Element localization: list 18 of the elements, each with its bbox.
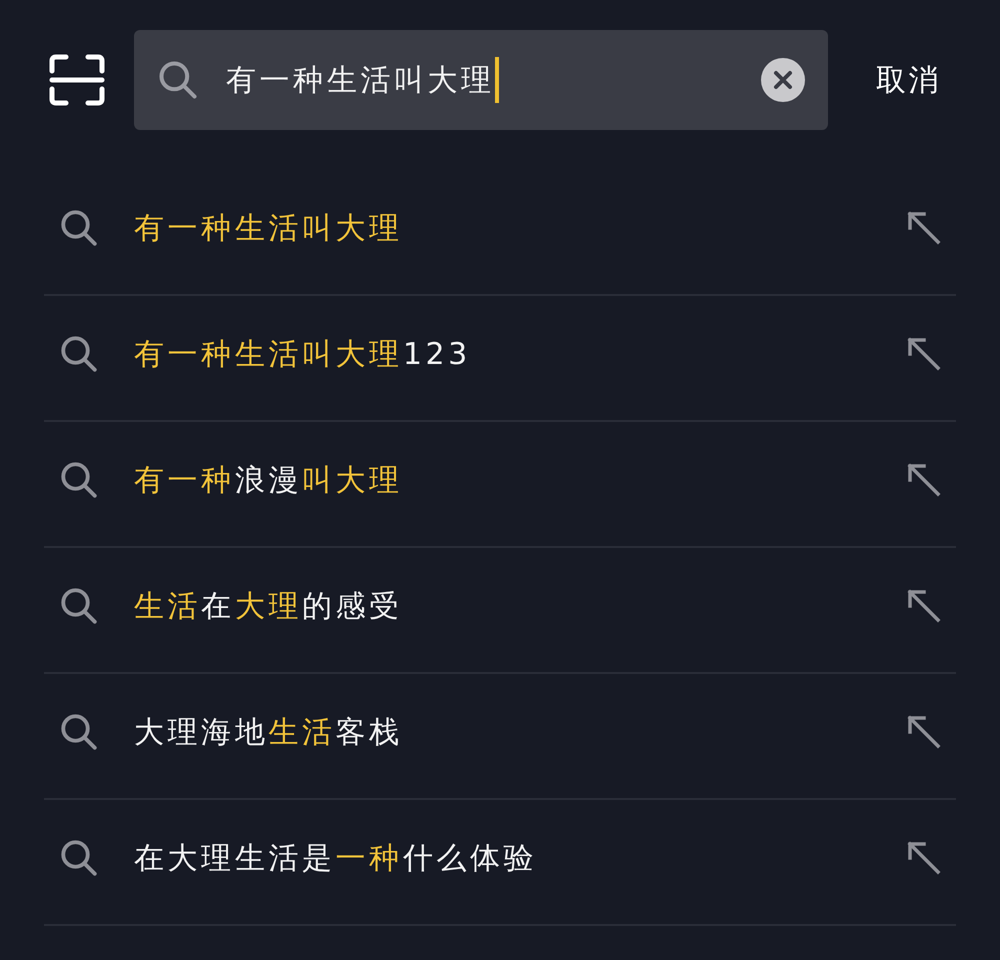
search-query: 有一种生活叫大理: [226, 62, 495, 100]
clear-icon[interactable]: [760, 57, 806, 103]
suggestion-item[interactable]: 有一种浪漫 叫大理: [44, 414, 956, 548]
suggestion-item[interactable]: 有一种生活叫大理: [44, 162, 956, 296]
suggestion-text: 有一种生活叫大理: [134, 210, 404, 248]
suggestion-item[interactable]: 生活在 大理 的感受: [44, 540, 956, 674]
suggestion-text: 在大理生活是 一种什么体验: [134, 840, 538, 878]
suggestion-text: 生活在 大理 的感受: [134, 588, 404, 626]
suggestion-item[interactable]: 大理海地生活客栈: [44, 666, 956, 800]
scan-icon[interactable]: [48, 53, 106, 107]
text-cursor: [494, 57, 499, 103]
search-field[interactable]: 有一种生活叫大理: [134, 30, 828, 130]
suggestion-text: 有一种生活叫大理 123: [134, 336, 472, 374]
suggestion-item[interactable]: 有一种生活叫大理 123: [44, 288, 956, 422]
suggestion-item[interactable]: 在大理生活是 一种什么体验: [44, 792, 956, 926]
suggestion-text: 大理海地生活客栈: [134, 714, 404, 752]
cancel-button[interactable]: 取消: [876, 58, 941, 102]
suggestion-text: 有一种浪漫 叫大理: [134, 462, 404, 500]
